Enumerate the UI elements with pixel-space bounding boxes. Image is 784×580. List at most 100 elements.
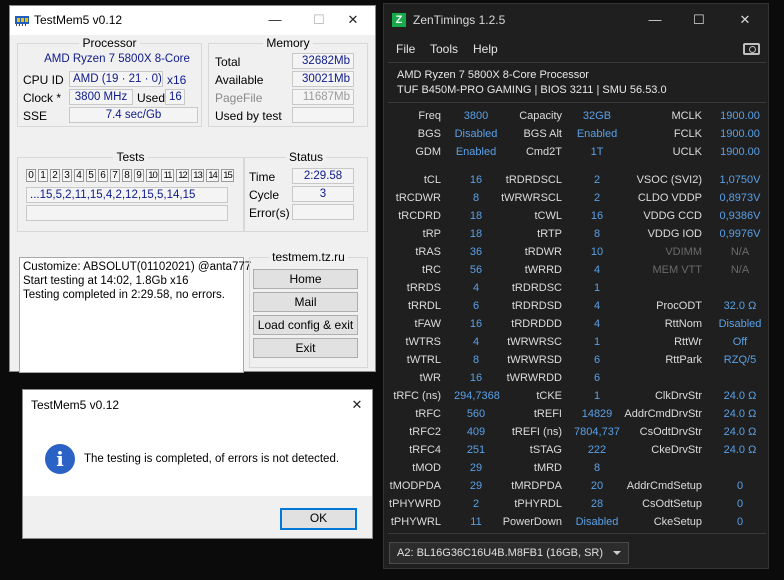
menu-help[interactable]: Help <box>473 42 498 56</box>
dialog-close-button[interactable]: ✕ <box>344 394 370 416</box>
memory-group-title: Memory <box>263 36 313 50</box>
timing-label: ProcODT <box>656 300 702 312</box>
timing-value: Enabled <box>576 128 618 140</box>
log-textarea[interactable]: Customize: ABSOLUT(01102021) @anta777 St… <box>19 257 252 373</box>
timing-value: 1T <box>590 146 604 158</box>
close-button[interactable]: ✕ <box>340 9 366 31</box>
exit-button[interactable]: Exit <box>253 338 358 358</box>
zentimings-titlebar[interactable]: Z ZenTimings 1.2.5 — ☐ ✕ <box>384 4 768 35</box>
test-number: 2 <box>50 169 60 182</box>
timing-label: CLDO VDDP <box>637 192 702 204</box>
dimm-select[interactable]: A2: BL16G36C16U4B.M8FB1 (16GB, SR) <box>389 542 629 564</box>
site-group-title: testmem.tz.ru <box>269 250 348 264</box>
timing-value: 14829 <box>581 408 613 420</box>
dialog-titlebar[interactable]: TestMem5 v0.12 ✕ <box>23 390 372 420</box>
test-number: 5 <box>86 169 96 182</box>
timing-value: 6 <box>593 372 601 384</box>
camera-icon[interactable] <box>743 43 760 55</box>
timing-label: tMODPDA <box>389 480 441 492</box>
sse-label: SSE <box>23 109 48 123</box>
zentimings-title: ZenTimings 1.2.5 <box>413 13 506 27</box>
timing-value: N/A <box>730 264 750 276</box>
cpu-name: AMD Ryzen 7 5800X 8-Core Processor <box>397 69 589 81</box>
timing-label: tCWL <box>534 210 563 222</box>
timing-label: CkeDrvStr <box>651 444 702 456</box>
timing-value: 0,8973V <box>719 192 761 204</box>
minimize-button[interactable]: — <box>262 9 288 31</box>
timing-label: tWR <box>419 372 441 384</box>
timing-label: ClkDrvStr <box>654 390 702 402</box>
timing-value: 8 <box>593 462 601 474</box>
cpu-id-value: AMD (19 · 21 · 0) <box>69 71 163 87</box>
dialog-title: TestMem5 v0.12 <box>31 398 120 412</box>
zt-minimize-button[interactable]: — <box>640 9 670 31</box>
timing-value: 16 <box>469 372 483 384</box>
menu-tools[interactable]: Tools <box>430 42 458 56</box>
timing-value: 56 <box>469 264 483 276</box>
zentimings-logo-icon: Z <box>392 13 406 27</box>
timing-value: 0 <box>736 516 744 528</box>
log-line: Testing completed in 2:29.58, no errors. <box>23 289 226 301</box>
mail-button[interactable]: Mail <box>253 292 358 312</box>
menu-file[interactable]: File <box>396 42 415 56</box>
timing-value: 4 <box>593 318 601 330</box>
timing-label: tPHYRDL <box>514 498 562 510</box>
log-line: Customize: ABSOLUT(01102021) @anta777 <box>23 261 252 273</box>
home-button[interactable]: Home <box>253 269 358 289</box>
test-number: 8 <box>122 169 132 182</box>
pagefile-value: 11687Mb <box>292 89 354 105</box>
zt-close-button[interactable]: ✕ <box>730 9 760 31</box>
used-label: Used <box>137 91 166 105</box>
log-line: Start testing at 14:02, 1.8Gb x16 <box>23 275 189 287</box>
timing-value: 29 <box>469 462 483 474</box>
timing-label: tRFC4 <box>409 444 441 456</box>
testmem-titlebar[interactable]: TestMem5 v0.12 — ☐ ✕ <box>10 6 375 35</box>
timing-value: 24.0 Ω <box>723 408 757 420</box>
chevron-down-icon <box>613 551 621 555</box>
timing-value: 409 <box>466 426 486 438</box>
clock-value: 3800 MHz <box>69 89 133 105</box>
divider <box>388 102 766 103</box>
timing-label: PowerDown <box>502 516 562 528</box>
test-number: 12 <box>176 169 189 182</box>
timing-label: tRDRDSC <box>511 282 562 294</box>
timing-value: 1900.00 <box>720 110 760 122</box>
timing-value: 11 <box>470 516 482 528</box>
test-number: 9 <box>134 169 144 182</box>
timing-value: 3800 <box>463 110 489 122</box>
timing-label: Cmd2T <box>525 146 562 158</box>
timing-label: Capacity <box>519 110 562 122</box>
timing-value: 1900.00 <box>720 128 760 140</box>
test-number: 0 <box>26 169 36 182</box>
timing-label: AddrCmdSetup <box>626 480 702 492</box>
timing-value: 18 <box>469 228 483 240</box>
timing-label: tSTAG <box>529 444 562 456</box>
timing-value: Disabled <box>454 128 498 140</box>
thread-count: x16 <box>167 73 187 87</box>
test-progress-bar <box>26 205 228 221</box>
timing-value: 20 <box>590 480 604 492</box>
timing-value: 28 <box>590 498 604 510</box>
ok-button[interactable]: OK <box>280 508 357 530</box>
maximize-button[interactable]: ☐ <box>306 9 332 31</box>
processor-group-title: Processor <box>79 36 140 50</box>
timing-label: tRRDS <box>406 282 441 294</box>
errors-label: Error(s) <box>249 206 290 220</box>
cycle-label: Cycle <box>249 188 280 202</box>
timing-label: tRFC (ns) <box>393 390 441 402</box>
memory-chip-icon <box>15 16 29 26</box>
timing-label: UCLK <box>672 146 702 158</box>
timing-label: tRRDL <box>407 300 441 312</box>
zt-maximize-button[interactable]: ☐ <box>684 9 714 31</box>
used-threads-value: 16 <box>165 89 185 105</box>
timing-label: MEM VTT <box>652 264 703 276</box>
timing-value: 24.0 Ω <box>723 444 757 456</box>
timing-value: 8 <box>472 192 480 204</box>
test-number: 7 <box>110 169 120 182</box>
timing-value: 1 <box>593 336 601 348</box>
timing-value: 1 <box>593 282 601 294</box>
info-icon: i <box>45 444 75 474</box>
timing-label: tWRWRSC <box>507 336 562 348</box>
load-config-exit-button[interactable]: Load config & exit <box>253 315 358 335</box>
board-info: TUF B450M-PRO GAMING | BIOS 3211 | SMU 5… <box>397 84 667 96</box>
